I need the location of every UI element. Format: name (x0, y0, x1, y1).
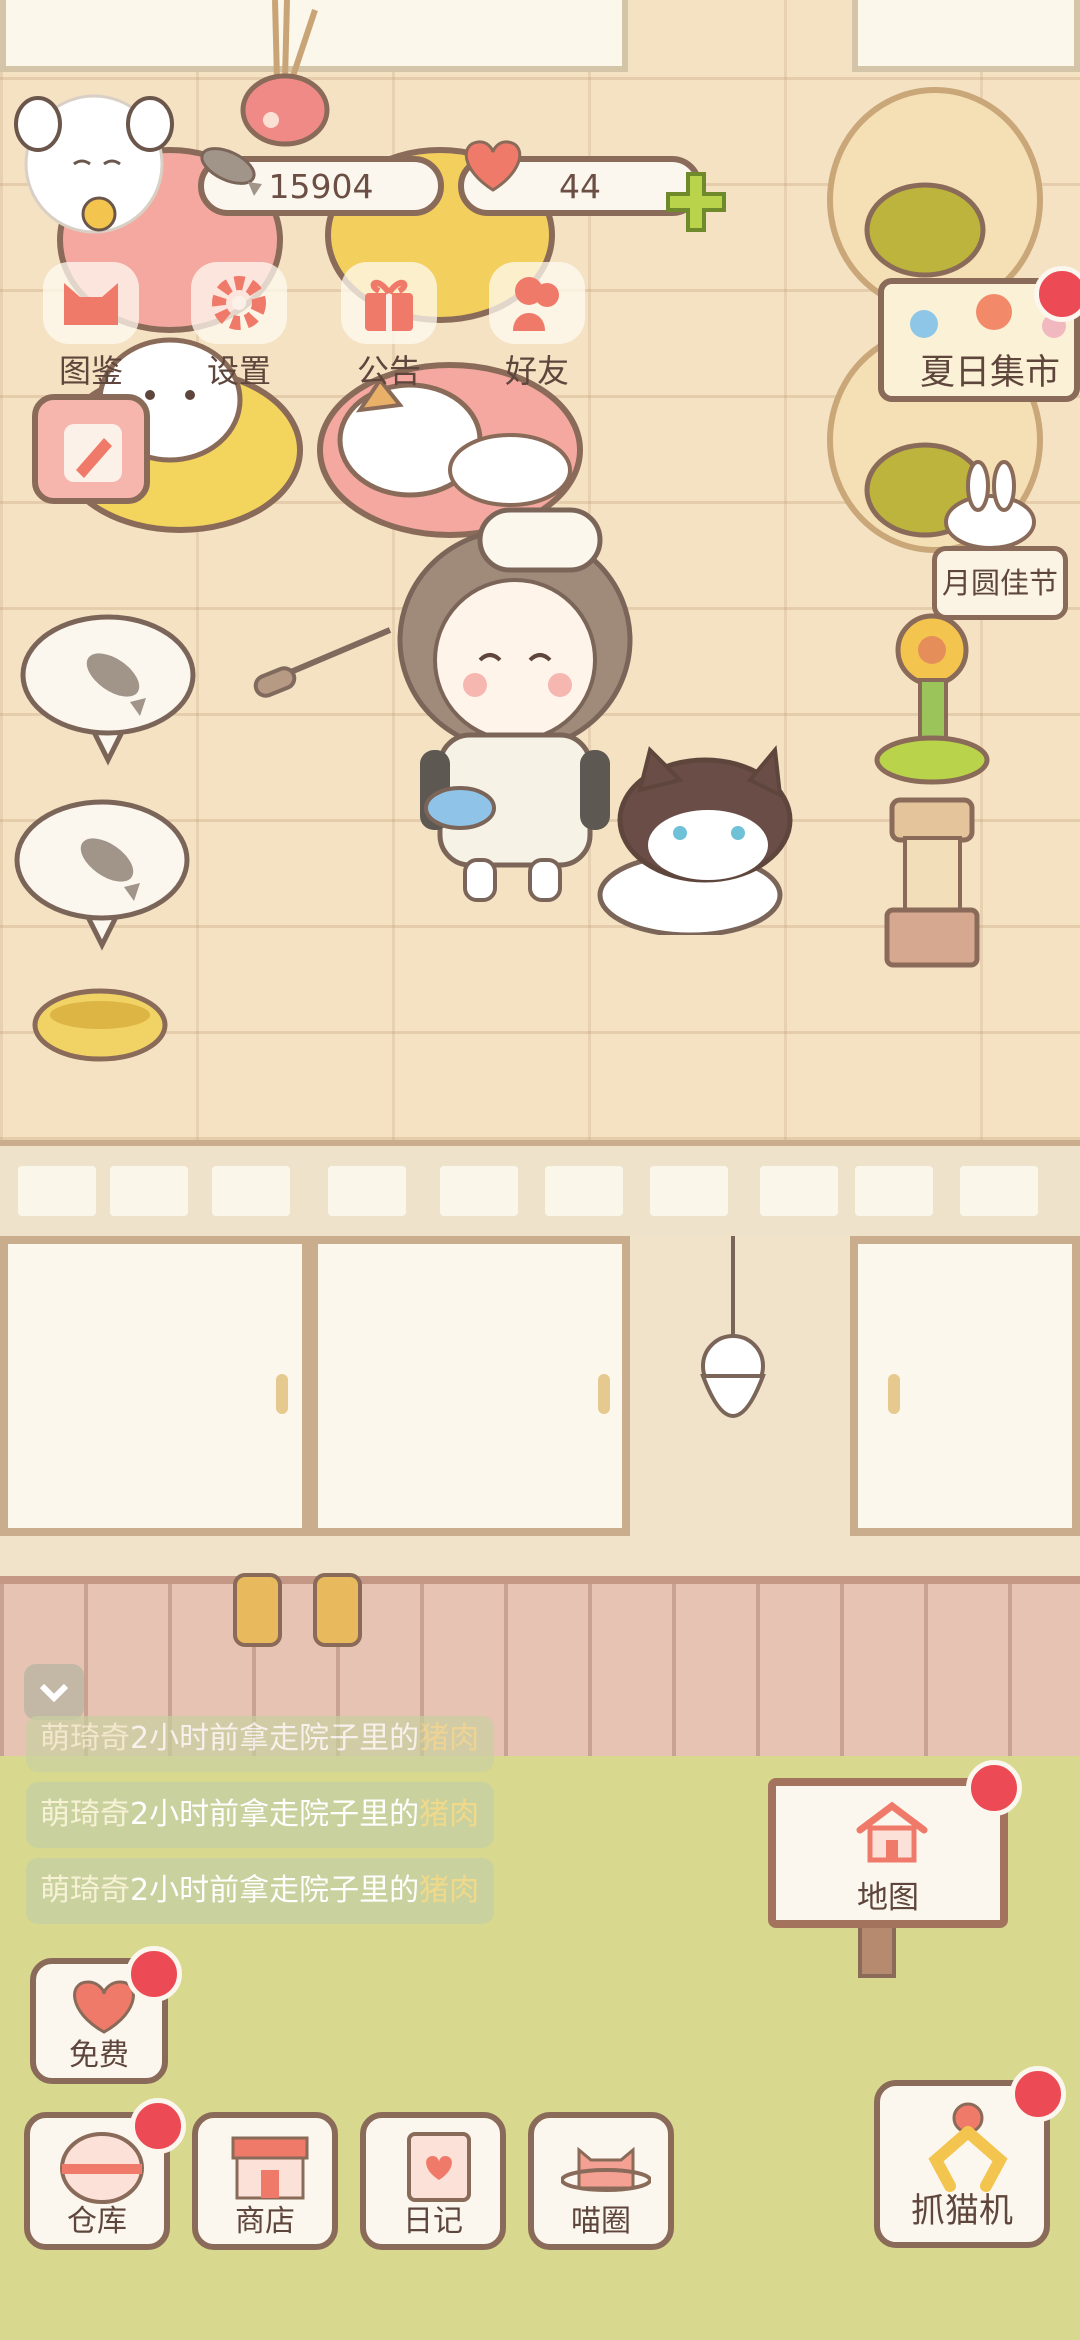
heart-icon (464, 140, 522, 192)
add-hearts-button[interactable] (664, 170, 728, 234)
claw-machine-badge (1010, 2066, 1066, 2122)
log-toggle-button[interactable] (24, 1664, 84, 1720)
free-badge (126, 1946, 182, 2002)
settings-button[interactable]: 设置 (184, 262, 294, 392)
friends-button[interactable]: 好友 (482, 262, 592, 392)
rain-boots[interactable] (215, 1570, 395, 1660)
shop-icon (231, 2136, 309, 2200)
shop-button[interactable]: 商店 (192, 2112, 338, 2250)
heart-count: 44 (559, 166, 601, 206)
house-icon (856, 1801, 928, 1863)
meow-circle-label: 喵圈 (571, 2204, 631, 2239)
cat-wand-toy[interactable] (250, 620, 400, 700)
brown-white-cat[interactable] (570, 745, 800, 935)
friends-label: 好友 (504, 352, 569, 390)
mid-autumn-label: 月圆佳节 (941, 566, 1058, 600)
settings-label: 设置 (206, 352, 271, 390)
announcement-button[interactable]: 公告 (334, 262, 444, 392)
rabbit-icon (944, 460, 1036, 548)
claw-icon (928, 2102, 1008, 2192)
cat-planet-icon (561, 2146, 651, 2192)
claw-machine-label: 抓猫机 (911, 2191, 1013, 2231)
edit-room-button[interactable] (32, 394, 150, 504)
food-bowl[interactable] (30, 985, 170, 1065)
summer-market-label: 夏日集市 (920, 353, 1061, 393)
meow-circle-button[interactable]: 喵圈 (528, 2112, 674, 2250)
map-label: 地图 (857, 1880, 919, 1916)
player-avatar[interactable] (14, 84, 179, 244)
log-entry: 萌琦奇2小时前拿走院子里的猪肉 (26, 1716, 494, 1772)
diary-button[interactable]: 日记 (360, 2112, 506, 2250)
pencil-icon (64, 424, 122, 482)
collection-button[interactable]: 图鉴 (36, 262, 146, 392)
map-badge (966, 1760, 1022, 1816)
warehouse-label: 仓库 (67, 2204, 127, 2239)
fish-icon (200, 147, 262, 196)
fish-bubble-1[interactable] (18, 610, 198, 770)
shop-label: 商店 (235, 2204, 295, 2239)
collection-label: 图鉴 (58, 352, 123, 390)
mid-autumn-event[interactable]: 月圆佳节 (932, 546, 1068, 620)
wooden-railing (0, 1140, 1080, 1248)
warehouse-badge (130, 2098, 186, 2154)
gift-icon (365, 279, 413, 331)
gear-icon (212, 276, 266, 330)
diary-icon (407, 2132, 471, 2202)
incense-pot[interactable] (235, 0, 335, 150)
fish-bubble-2[interactable] (12, 795, 192, 955)
log-entry: 萌琦奇2小时前拿走院子里的猪肉 (26, 1782, 494, 1848)
diary-label: 日记 (403, 2204, 463, 2239)
teru-teru-bozu[interactable] (685, 1236, 795, 1456)
cat-scratcher-tower[interactable] (870, 610, 1000, 980)
free-label: 免费 (69, 2038, 129, 2073)
chevron-down-icon (39, 1683, 69, 1703)
sliding-door-wall (0, 1236, 1080, 1576)
fish-count: 15904 (268, 166, 374, 206)
announcement-label: 公告 (356, 352, 421, 390)
friends-icon (513, 277, 559, 331)
log-entry: 萌琦奇2小时前拿走院子里的猪肉 (26, 1858, 494, 1924)
cat-head-icon (64, 283, 118, 325)
